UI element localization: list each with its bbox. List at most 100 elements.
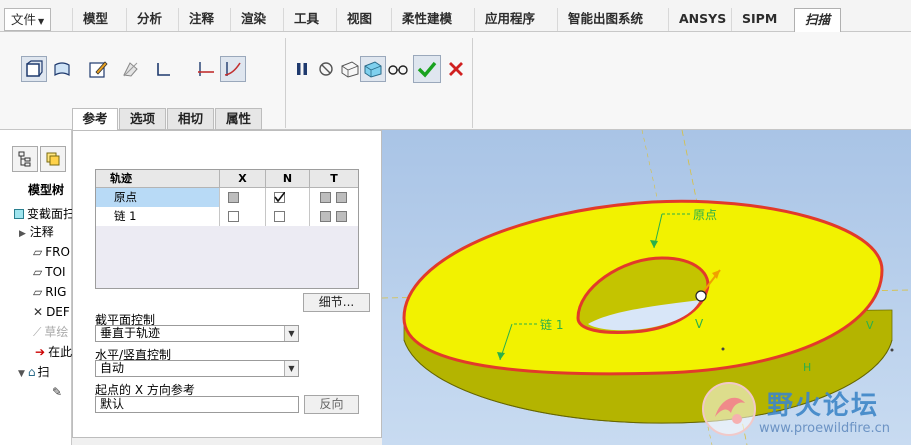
pause-button[interactable] (289, 56, 315, 82)
sweep-feature-icon: ⌂ (27, 365, 36, 379)
preview-feature-button[interactable] (360, 56, 386, 82)
x-checkbox[interactable] (228, 192, 239, 203)
tree-item-insert-here[interactable]: ➔ 在此 (0, 342, 72, 362)
x-cell (220, 207, 266, 226)
graphics-viewport[interactable]: 原点 链 1 V V H 野火论坛 www.proewildfire.cn (382, 130, 911, 445)
n-checkbox[interactable] (274, 192, 285, 203)
t-checkbox[interactable] (320, 211, 331, 222)
tree-item-label: 在此 (48, 345, 72, 359)
trajectory-name: 链 1 (96, 207, 220, 226)
tab-view[interactable]: 视图 (336, 8, 382, 31)
tab-references[interactable]: 参考 (72, 108, 118, 130)
column-header-x[interactable]: X (220, 170, 266, 188)
v-axis-label: V (866, 319, 874, 332)
part-icon (14, 209, 24, 219)
csys-icon: ✕ (33, 305, 44, 319)
verify-button[interactable] (385, 56, 411, 82)
tab-properties[interactable]: 属性 (215, 108, 262, 130)
menu-bar: 文件 ▼ 模型 分析 注释 渲染 工具 视图 柔性建模 应用程序 智能出图系统 A… (0, 0, 911, 33)
tree-item-root[interactable]: 变截面扫 (0, 204, 72, 224)
origin-point[interactable] (695, 290, 707, 302)
tree-item-label: FRO (45, 245, 70, 259)
tab-render[interactable]: 渲染 (230, 8, 276, 31)
tab-smart-drawing[interactable]: 智能出图系统 (557, 8, 653, 31)
thicken-icon (157, 63, 170, 76)
x-direction-field[interactable]: 默认 (95, 396, 299, 413)
variable-section-icon (224, 62, 241, 76)
forum-logo-icon (702, 382, 756, 436)
trajectory-table: 轨迹 X N T 原点 链 1 (95, 169, 359, 289)
flip-button[interactable]: 反向 (304, 395, 359, 414)
checkmark-icon (274, 192, 285, 203)
file-menu-label: 文件 (11, 12, 37, 27)
section-plane-control-select[interactable]: 垂直于轨迹 ▼ (95, 325, 299, 342)
checkmark-icon (417, 61, 437, 78)
tree-item-sketch[interactable]: ⟋ 草绘 (0, 322, 72, 342)
tab-flexible-modeling[interactable]: 柔性建模 (391, 8, 462, 31)
tab-model[interactable]: 模型 (72, 8, 118, 31)
t-checkbox[interactable] (336, 192, 347, 203)
x-cell (220, 188, 266, 207)
t-cell (310, 188, 358, 207)
tree-icon (18, 151, 31, 167)
tab-analysis[interactable]: 分析 (126, 8, 172, 31)
details-button[interactable]: 细节... (303, 293, 370, 312)
n-cell (266, 207, 310, 226)
sketch-section-button[interactable] (85, 56, 111, 82)
variable-section-button[interactable] (220, 56, 246, 82)
file-menu[interactable]: 文件 ▼ (4, 8, 52, 31)
watermark: 野火论坛 www.proewildfire.cn (699, 377, 911, 445)
tab-applications[interactable]: 应用程序 (474, 8, 545, 31)
chevron-down-icon: ▼ (284, 326, 298, 341)
remove-material-button[interactable] (117, 56, 143, 82)
tree-item-sweep[interactable]: ▼ ⌂ 扫 (0, 362, 72, 382)
surface-sweep-button[interactable] (49, 56, 75, 82)
column-header-trajectory[interactable]: 轨迹 (96, 170, 220, 188)
watermark-title: 野火论坛 (767, 391, 880, 421)
constant-section-icon (198, 62, 214, 76)
t-checkbox[interactable] (336, 211, 347, 222)
tree-item-right[interactable]: ▱ RIG (0, 282, 72, 302)
tab-tools[interactable]: 工具 (283, 8, 329, 31)
feature-preview-icon (364, 61, 382, 78)
tab-ansys[interactable]: ANSYS (668, 8, 736, 31)
t-checkbox[interactable] (320, 192, 331, 203)
table-row[interactable]: 原点 (96, 188, 358, 207)
n-cell (266, 188, 310, 207)
tree-item-sweep-sketch[interactable]: ✎ (0, 382, 72, 402)
tab-sipm[interactable]: SIPM (731, 8, 787, 31)
table-row[interactable]: 链 1 (96, 207, 358, 226)
tab-tangency[interactable]: 相切 (167, 108, 214, 130)
constant-section-button[interactable] (193, 56, 219, 82)
column-header-t[interactable]: T (310, 170, 358, 188)
datum-plane-icon: ▱ (33, 285, 43, 299)
hv-control-select[interactable]: 自动 ▼ (95, 360, 299, 377)
layer-tree-tab[interactable] (40, 146, 66, 172)
sketch-icon (89, 61, 108, 78)
tab-annotate[interactable]: 注释 (178, 8, 224, 31)
mesh-preview-icon (341, 61, 359, 78)
x-checkbox[interactable] (228, 211, 239, 222)
references-panel: 轨迹 X N T 原点 链 1 细节... 截平面控制 垂直于轨迹 ▼ 水平/竖… (72, 130, 382, 438)
expand-arrow-icon: ▼ (18, 369, 25, 379)
tree-item-label: DEF (46, 305, 70, 319)
thicken-button[interactable] (150, 56, 176, 82)
v-axis-label: V (695, 317, 704, 331)
no-preview-button[interactable] (313, 56, 339, 82)
model-tree-tab[interactable] (12, 146, 38, 172)
tree-item-front[interactable]: ▱ FRO (0, 242, 72, 262)
tab-options[interactable]: 选项 (119, 108, 166, 130)
tree-item-label: 注释 (29, 225, 54, 239)
n-checkbox[interactable] (274, 211, 285, 222)
tab-sweep[interactable]: 扫描 (794, 8, 842, 33)
column-header-n[interactable]: N (266, 170, 310, 188)
solid-icon (26, 60, 43, 77)
watermark-url: www.proewildfire.cn (759, 421, 890, 436)
tree-item-default-csys[interactable]: ✕ DEF (0, 302, 72, 322)
solid-sweep-button[interactable] (21, 56, 47, 82)
tree-item-top[interactable]: ▱ TOI (0, 262, 72, 282)
cancel-button[interactable] (443, 56, 469, 82)
ok-button[interactable] (413, 55, 441, 83)
t-cell (310, 207, 358, 226)
tree-item-annotations[interactable]: ▶ 注释 (0, 222, 72, 242)
